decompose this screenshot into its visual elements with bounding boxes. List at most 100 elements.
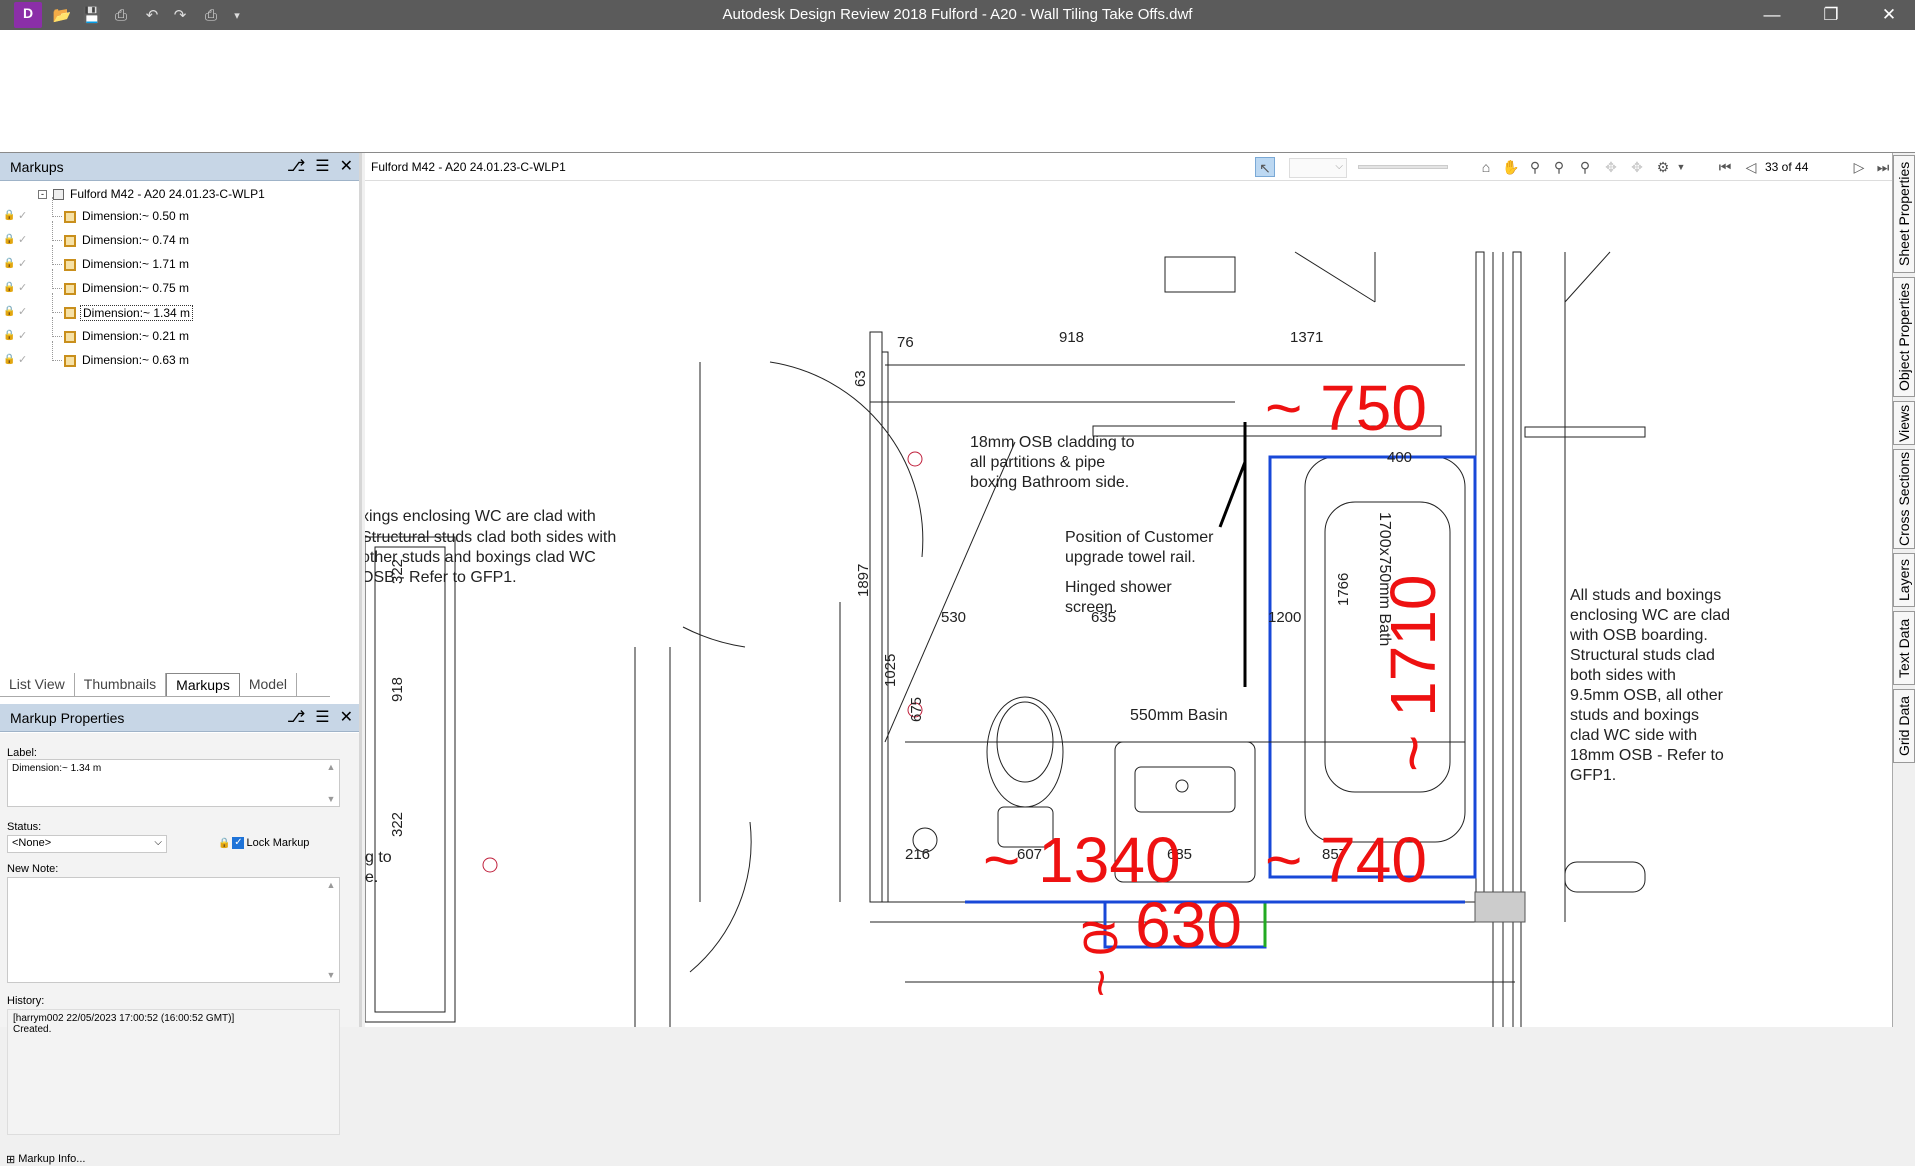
tab-layers[interactable]: Layers <box>1893 553 1915 607</box>
markup-item-label: Dimension:~ 1.71 m <box>82 257 190 271</box>
auto-hide-icon[interactable]: ⎇ <box>287 153 305 181</box>
panel-menu-icon[interactable]: ☰ <box>315 153 329 181</box>
next-page-icon[interactable]: ▷ <box>1849 157 1869 177</box>
note-line: both sides with <box>1570 667 1676 684</box>
checkmark-icon[interactable]: ✓ <box>18 353 27 366</box>
minimize-button[interactable]: — <box>1749 0 1795 30</box>
markup-list-item[interactable]: 🔒 ✓ Dimension:~ 0.63 m <box>0 341 360 371</box>
status-select[interactable]: <None> ⌵ <box>7 835 167 853</box>
note-line: OSB - Refer to GFP1. <box>365 569 517 586</box>
walk-icon[interactable]: ⚙ <box>1653 157 1673 177</box>
new-note-field[interactable]: ▲ ▼ <box>7 877 340 983</box>
tab-list-view[interactable]: List View <box>0 673 75 696</box>
new-note-caption: New Note: <box>7 863 59 875</box>
first-page-icon[interactable]: ⏮ <box>1715 157 1735 177</box>
note-line: Structural studs clad <box>1570 647 1715 664</box>
left-panel: Markups ⎇ ☰ ✕ - Fulford M42 - A20 24.01.… <box>0 153 362 1166</box>
note-line: Hinged shower <box>1065 579 1172 596</box>
dimension-markup-icon <box>64 355 76 367</box>
scroll-down-icon[interactable]: ▼ <box>325 794 337 804</box>
tab-views[interactable]: Views <box>1893 401 1915 445</box>
status-value: <None> <box>12 837 52 849</box>
markup-info-link[interactable]: ⊞ Markup Info... <box>6 1153 85 1166</box>
tab-cross-sections[interactable]: Cross Sections <box>1893 449 1915 549</box>
markup-dimension[interactable]: ~ 1340 <box>983 824 1181 896</box>
scroll-down-icon[interactable]: ▼ <box>325 970 337 980</box>
checkmark-icon[interactable]: ✓ <box>18 209 27 222</box>
dim-text: 216 <box>905 846 930 863</box>
tab-sheet-properties[interactable]: Sheet Properties <box>1893 155 1915 273</box>
markup-dimension[interactable]: ~ 750 <box>1265 372 1427 444</box>
markup-dimension[interactable]: ~ 740 <box>1265 824 1427 896</box>
lock-icon[interactable]: 🔒 <box>3 330 15 343</box>
note-line: clad WC side with <box>1570 727 1697 744</box>
move-icon[interactable]: ✥ <box>1627 157 1647 177</box>
note-line: screen. <box>1065 599 1117 616</box>
tab-grid-data[interactable]: Grid Data <box>1893 689 1915 763</box>
lock-icon[interactable]: 🔒 <box>3 210 15 223</box>
tree-root-label: Fulford M42 - A20 24.01.23-C-WLP1 <box>70 187 265 201</box>
markup-dimension[interactable]: ~ 0 <box>1075 929 1128 997</box>
drawing-notes: 18mm OSB cladding to all partitions & pi… <box>365 434 1730 886</box>
zoom-slider[interactable] <box>1358 165 1448 169</box>
basin-label: 550mm Basin <box>1130 707 1228 724</box>
checkmark-icon[interactable]: ✓ <box>18 257 27 270</box>
tab-thumbnails[interactable]: Thumbnails <box>75 673 167 696</box>
dimension-markup-icon <box>64 283 76 295</box>
restore-button[interactable]: ❐ <box>1808 0 1854 30</box>
dim-text: 76 <box>897 334 914 351</box>
tree-connector <box>52 245 62 265</box>
lock-icon[interactable]: 🔒 <box>3 306 15 319</box>
close-panel-icon[interactable]: ✕ <box>340 153 353 181</box>
tree-connector <box>52 221 62 241</box>
lock-icon[interactable]: 🔒 <box>3 234 15 247</box>
note-line: g to <box>365 849 392 866</box>
close-button[interactable]: ✕ <box>1866 0 1912 30</box>
last-page-icon[interactable]: ⏭ <box>1873 157 1893 177</box>
lock-icon[interactable]: 🔒 <box>3 258 15 271</box>
tab-object-properties[interactable]: Object Properties <box>1893 277 1915 397</box>
floor-plan-drawing[interactable]: 76 918 1371 63 400 1897 1025 675 530 635… <box>365 182 1892 1027</box>
lock-icon[interactable]: 🔒 <box>3 354 15 367</box>
lock-checkbox[interactable]: ✓ <box>232 837 245 849</box>
markups-panel-title: Markups <box>10 159 64 175</box>
scroll-up-icon[interactable]: ▲ <box>325 762 337 772</box>
previous-page-icon[interactable]: ◁ <box>1741 157 1761 177</box>
note-line: 18mm OSB cladding to <box>970 434 1135 451</box>
fit-to-window-icon[interactable]: ⚲ <box>1575 157 1595 177</box>
label-field[interactable]: Dimension:~ 1.34 m ▲ ▼ <box>7 759 340 807</box>
checkmark-icon[interactable]: ✓ <box>18 233 27 246</box>
auto-hide-icon[interactable]: ⎇ <box>287 704 305 732</box>
markup-dimension[interactable]: ~ 1710 <box>1377 574 1449 772</box>
collapse-icon[interactable]: - <box>38 189 47 199</box>
checkmark-icon[interactable]: ✓ <box>18 305 27 318</box>
orbit-icon[interactable]: ✥ <box>1601 157 1621 177</box>
checkmark-icon[interactable]: ✓ <box>18 329 27 342</box>
scroll-up-icon[interactable]: ▲ <box>325 880 337 890</box>
zoom-combo[interactable]: ⌵ <box>1289 158 1347 178</box>
markup-properties-body: Label: Dimension:~ 1.34 m ▲ ▼ Status: <N… <box>0 733 359 1027</box>
panel-menu-icon[interactable]: ☰ <box>315 704 329 732</box>
markup-properties-header: Markup Properties ⎇ ☰ ✕ <box>0 704 359 732</box>
lock-icon[interactable]: 🔒 <box>3 282 15 295</box>
note-line: Structural studs clad both sides with <box>365 529 616 546</box>
markup-item-label: Dimension:~ 0.74 m <box>82 233 190 247</box>
select-tool-icon[interactable]: ↖ <box>1255 157 1275 177</box>
markup-info-label: Markup Info... <box>18 1153 86 1165</box>
label-value: Dimension:~ 1.34 m <box>12 763 102 774</box>
tab-markups[interactable]: Markups <box>166 673 240 696</box>
tree-root[interactable]: - Fulford M42 - A20 24.01.23-C-WLP1 <box>38 187 265 201</box>
tab-text-data[interactable]: Text Data <box>1893 611 1915 685</box>
note-line: xings enclosing WC are clad with <box>365 508 596 525</box>
zoom-icon[interactable]: ⚲ <box>1525 157 1545 177</box>
dim-text: 400 <box>1387 449 1412 466</box>
chevron-down-icon[interactable]: ▼ <box>1671 157 1691 177</box>
home-icon[interactable]: ⌂ <box>1476 157 1496 177</box>
close-panel-icon[interactable]: ✕ <box>340 704 353 732</box>
lock-markup-control[interactable]: 🔒 ✓ Lock Markup <box>218 837 309 849</box>
tab-model[interactable]: Model <box>240 673 297 696</box>
checkmark-icon[interactable]: ✓ <box>18 281 27 294</box>
drawing-viewer[interactable]: Fulford M42 - A20 24.01.23-C-WLP1 ↖ ⌵ ⌂ … <box>365 153 1892 1027</box>
zoom-window-icon[interactable]: ⚲ <box>1549 157 1569 177</box>
pan-icon[interactable]: ✋ <box>1501 157 1521 177</box>
